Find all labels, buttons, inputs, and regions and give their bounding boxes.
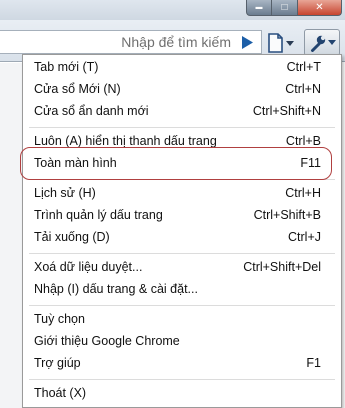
menu-separator [29,379,335,380]
window-controls: ▬ □ ✕ [246,0,342,16]
menu-item-label: Tuỳ chọn [34,312,85,326]
menu-item-label: Nhập (I) dấu trang & cài đặt... [34,282,198,296]
menu-item-label: Thoát (X) [34,386,87,400]
maximize-button[interactable]: □ [272,0,298,16]
menu-item-new-tab[interactable]: Tab mới (T) Ctrl+T [23,59,341,77]
page-menu-button[interactable] [267,32,301,54]
menu-item-label: Trợ giúp [34,356,81,370]
window-titlebar: ▬ □ ✕ [0,0,345,20]
menu-item-label: Xoá dữ liệu duyệt... [34,260,143,274]
menu-separator [29,127,335,128]
search-placeholder: Nhập để tìm kiếm [121,34,231,50]
menu-separator [29,179,335,180]
menu-item-label: Lịch sử (H) [34,186,96,200]
search-omnibox[interactable]: Nhập để tìm kiếm [0,30,262,54]
menu-item-label: Cửa sổ ẩn danh mới [34,104,149,118]
menu-item-label: Trình quản lý dấu trang [34,208,163,222]
chevron-down-icon [327,40,336,45]
wrench-dropdown-menu: Tab mới (T) Ctrl+T Cửa sổ Mới (N) Ctrl+N… [22,54,342,408]
menu-item-label: Luôn (A) hiển thị thanh dấu trang [34,134,217,148]
menu-item-shortcut: Ctrl+Shift+N [252,104,321,118]
menu-item-shortcut: F1 [306,356,321,370]
menu-item-shortcut: Ctrl+N [285,82,321,96]
menu-item-shortcut: Ctrl+Shift+Del [243,260,321,274]
maximize-icon: □ [281,2,288,13]
menu-separator [29,305,335,306]
menu-item-label: Tab mới (T) [34,60,99,74]
browser-window: ▬ □ ✕ Nhập để tìm kiếm Tab mới (T) Ctrl+… [0,0,345,408]
menu-item-shortcut: Ctrl+B [285,134,321,148]
menu-item-label: Giới thiệu Google Chrome [34,334,180,348]
menu-item-show-bookmarks-bar[interactable]: Luôn (A) hiển thị thanh dấu trang Ctrl+B [23,133,341,151]
menu-separator [29,253,335,254]
menu-item-label: Toàn màn hình [34,156,117,170]
menu-item-clear-browsing-data[interactable]: Xoá dữ liệu duyệt... Ctrl+Shift+Del [23,259,341,277]
menu-item-help[interactable]: Trợ giúp F1 [23,355,341,373]
page-content-edge [0,63,22,408]
close-button[interactable]: ✕ [298,0,342,16]
wrench-icon [310,35,325,52]
menu-item-options[interactable]: Tuỳ chọn [23,311,341,329]
menu-item-downloads[interactable]: Tải xuống (D) Ctrl+J [23,229,341,247]
menu-item-shortcut: F11 [300,156,321,170]
go-arrow-icon[interactable] [241,36,253,49]
menu-item-full-screen[interactable]: Toàn màn hình F11 [23,155,341,173]
page-menu-icon [268,33,283,53]
menu-item-incognito-window[interactable]: Cửa sổ ẩn danh mới Ctrl+Shift+N [23,103,341,121]
minimize-button[interactable]: ▬ [246,0,272,16]
minimize-icon: ▬ [255,4,263,11]
menu-item-about-chrome[interactable]: Giới thiệu Google Chrome [23,333,341,351]
menu-item-bookmark-manager[interactable]: Trình quản lý dấu trang Ctrl+Shift+B [23,207,341,225]
menu-item-label: Tải xuống (D) [34,230,110,244]
menu-item-shortcut: Ctrl+J [288,230,321,244]
menu-item-exit[interactable]: Thoát (X) [23,385,341,403]
menu-item-shortcut: Ctrl+Shift+B [253,208,321,222]
chevron-down-icon [286,40,294,46]
wrench-menu-button[interactable] [304,29,340,56]
menu-item-shortcut: Ctrl+H [285,186,321,200]
close-icon: ✕ [315,2,324,13]
menu-item-history[interactable]: Lịch sử (H) Ctrl+H [23,185,341,203]
menu-item-label: Cửa sổ Mới (N) [34,82,121,96]
menu-item-import-bookmarks-settings[interactable]: Nhập (I) dấu trang & cài đặt... [23,281,341,299]
menu-item-new-window[interactable]: Cửa sổ Mới (N) Ctrl+N [23,81,341,99]
menu-item-shortcut: Ctrl+T [286,60,321,74]
